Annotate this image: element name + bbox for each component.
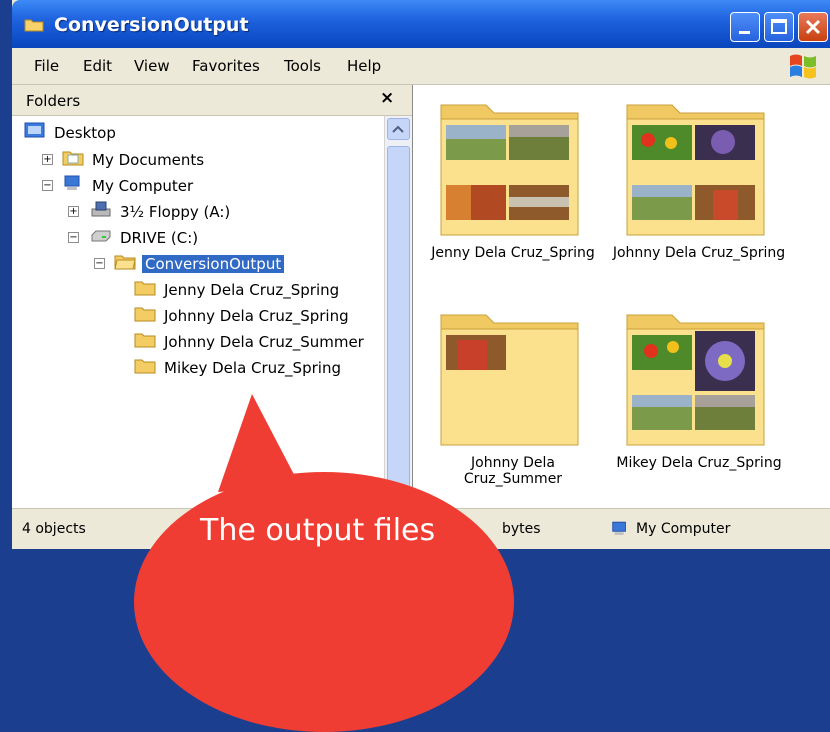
callout-bubble: [134, 472, 514, 732]
scroll-thumb[interactable]: [387, 146, 410, 508]
close-button[interactable]: [798, 12, 828, 42]
tree-label: Jenny Dela Cruz_Spring: [164, 281, 340, 299]
folder-icon: [134, 281, 156, 296]
tree-label: Mikey Dela Cruz_Spring: [164, 359, 341, 377]
status-location: My Computer: [636, 521, 731, 537]
minimize-icon: [739, 31, 750, 34]
status-size: bytes: [502, 521, 541, 537]
chevron-up-icon: [392, 125, 404, 133]
close-icon: [805, 19, 821, 35]
tree-item-floppy[interactable]: 3½ Floppy (A:): [90, 201, 260, 223]
tree-item-my-documents[interactable]: My Documents: [62, 149, 222, 171]
collapse-toggle[interactable]: −: [94, 258, 105, 269]
folder-icon: [134, 359, 156, 374]
collapse-toggle[interactable]: −: [68, 232, 79, 243]
file-label: Johnny Dela Cruz_Summer: [463, 455, 563, 487]
menu-edit[interactable]: Edit: [83, 57, 112, 75]
menu-tools[interactable]: Tools: [284, 57, 321, 75]
status-object-count: 4 objects: [22, 521, 86, 537]
file-label: Jenny Dela Cruz_Spring: [431, 245, 595, 261]
hard-drive-icon: [91, 230, 111, 242]
expand-toggle[interactable]: +: [42, 154, 53, 165]
tree-label: Johnny Dela Cruz_Spring: [164, 307, 349, 325]
callout-text: The output files: [200, 513, 436, 548]
tree-item-folder[interactable]: Mikey Dela Cruz_Spring: [134, 357, 364, 379]
folders-pane: Folders × Desktop + My Documents − My Co…: [12, 85, 413, 508]
minimize-button[interactable]: [730, 12, 760, 42]
floppy-drive-icon: [91, 201, 111, 217]
tree-label: 3½ Floppy (A:): [120, 203, 231, 221]
folder-tile[interactable]: Johnny Dela Cruz_Spring: [609, 95, 789, 275]
tree-label: DRIVE (C:): [120, 229, 199, 247]
file-label: Mikey Dela Cruz_Spring: [616, 455, 782, 471]
folder-tile[interactable]: Johnny Dela Cruz_Summer: [423, 305, 603, 505]
folder-thumbnail-icon: [626, 314, 765, 446]
desktop-icon: [24, 122, 45, 138]
folder-tile[interactable]: Jenny Dela Cruz_Spring: [423, 95, 603, 275]
folders-pane-header: Folders ×: [12, 85, 412, 116]
expand-toggle[interactable]: +: [68, 206, 79, 217]
window-title: ConversionOutput: [54, 14, 249, 36]
menu-help[interactable]: Help: [347, 57, 381, 75]
tree-item-folder[interactable]: Johnny Dela Cruz_Spring: [134, 305, 364, 327]
my-computer-icon: [612, 521, 626, 535]
folder-tree: Desktop + My Documents − My Computer + 3…: [12, 116, 384, 508]
windows-logo-icon: [790, 54, 816, 79]
tree-item-drive-c[interactable]: DRIVE (C:): [90, 227, 240, 249]
folders-pane-title: Folders: [26, 92, 81, 110]
my-documents-icon: [62, 151, 84, 166]
folder-icon: [24, 19, 44, 32]
file-label: Johnny Dela Cruz_Spring: [612, 245, 786, 261]
explorer-window: ConversionOutput File Edit View Favorite…: [12, 0, 830, 549]
menu-favorites[interactable]: Favorites: [192, 57, 260, 75]
maximize-button[interactable]: [764, 12, 794, 42]
folder-thumbnail-icon: [440, 104, 579, 236]
tree-label: Johnny Dela Cruz_Summer: [164, 333, 364, 351]
tree-item-my-computer[interactable]: My Computer: [62, 175, 222, 197]
tree-label: My Computer: [92, 177, 194, 195]
tree-item-folder[interactable]: Jenny Dela Cruz_Spring: [134, 279, 364, 301]
menu-bar: File Edit View Favorites Tools Help: [12, 48, 830, 85]
tree-item-conversion-output[interactable]: ConversionOutput: [114, 253, 304, 275]
open-folder-icon: [114, 255, 136, 270]
tree-label-selected: ConversionOutput: [142, 255, 285, 273]
folders-scrollbar[interactable]: [384, 116, 412, 508]
title-bar[interactable]: ConversionOutput: [12, 0, 830, 48]
menu-view[interactable]: View: [134, 57, 170, 75]
maximize-icon: [771, 19, 787, 34]
my-computer-icon: [64, 175, 80, 190]
folder-icon: [134, 333, 156, 348]
menu-file[interactable]: File: [34, 57, 59, 75]
folder-thumbnail-icon: [626, 104, 765, 236]
folder-icon: [134, 307, 156, 322]
folder-tile[interactable]: Mikey Dela Cruz_Spring: [609, 305, 789, 485]
tree-item-desktop[interactable]: Desktop: [24, 122, 144, 144]
folders-pane-close-button[interactable]: ×: [380, 88, 394, 108]
files-view: Jenny Dela Cruz_Spring Johnny Dela Cruz_…: [413, 85, 830, 508]
tree-label: My Documents: [92, 151, 205, 169]
tree-item-folder[interactable]: Johnny Dela Cruz_Summer: [134, 331, 374, 353]
folder-thumbnail-icon: [440, 314, 579, 446]
scroll-up-button[interactable]: [387, 118, 410, 140]
tree-label: Desktop: [54, 124, 116, 142]
collapse-toggle[interactable]: −: [42, 180, 53, 191]
